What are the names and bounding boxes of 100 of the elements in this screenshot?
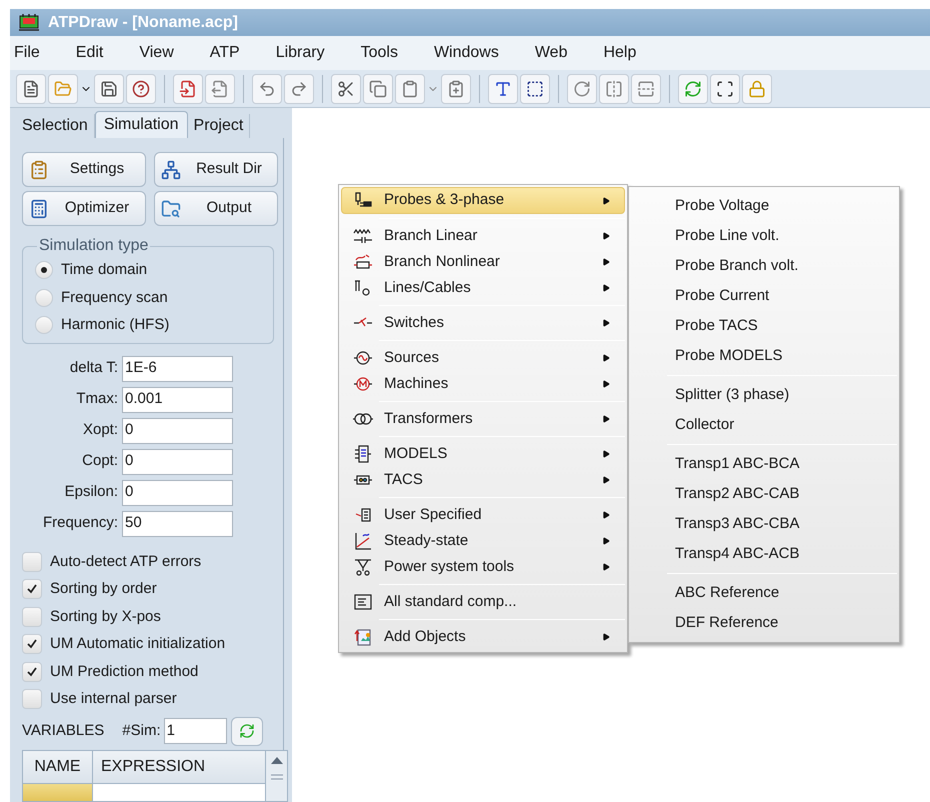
menu-item[interactable]: Web xyxy=(534,41,568,65)
paste-icon[interactable] xyxy=(395,74,425,104)
flip-vertical-icon[interactable] xyxy=(631,74,661,104)
checkbox-label: UM Automatic initialization xyxy=(50,634,226,654)
save-icon[interactable] xyxy=(94,74,124,104)
menu-item[interactable]: Probe Branch volt. xyxy=(675,254,798,278)
menu-item[interactable]: Sources xyxy=(341,345,625,371)
menu-item[interactable]: Edit xyxy=(76,41,104,65)
new-file-icon[interactable] xyxy=(16,74,46,104)
checkbox[interactable] xyxy=(22,579,42,600)
menu-item[interactable]: Probe TACS xyxy=(675,314,758,338)
menu-item[interactable]: ABC Reference xyxy=(675,582,780,604)
menu-item[interactable]: File xyxy=(14,41,40,65)
radio-button[interactable] xyxy=(35,261,53,280)
panel-button[interactable]: Output xyxy=(154,191,278,226)
refresh-button[interactable] xyxy=(230,716,263,746)
panel-button[interactable]: Optimizer xyxy=(22,191,146,226)
section-label: VARIABLES xyxy=(22,720,104,741)
checkbox[interactable] xyxy=(22,552,42,572)
checkbox[interactable] xyxy=(22,606,42,627)
checkbox[interactable] xyxy=(22,634,42,654)
menu-item[interactable]: Add Objects xyxy=(341,624,625,650)
column-header[interactable]: NAME xyxy=(23,750,93,782)
input-field[interactable]: 0 xyxy=(122,418,233,444)
menu-item[interactable]: Lines/Cables xyxy=(341,275,625,301)
menu-item[interactable]: MODELS xyxy=(341,441,625,467)
menu-item[interactable]: Transp4 ABC-ACB xyxy=(675,542,800,566)
checkbox[interactable] xyxy=(22,689,42,710)
scroll-thumb-icon[interactable] xyxy=(270,774,282,780)
panel-button[interactable]: Settings xyxy=(22,152,146,187)
field-label: Xopt: xyxy=(82,420,118,440)
redo-icon[interactable] xyxy=(284,74,314,104)
menu-item[interactable]: Collector xyxy=(675,414,734,436)
submenu-arrow-icon xyxy=(602,196,610,204)
input-field[interactable]: 1 xyxy=(164,718,227,744)
scroll-up-icon[interactable] xyxy=(270,756,282,764)
app-icon xyxy=(18,12,40,32)
menu-item[interactable]: Help xyxy=(603,41,636,65)
scrollbar[interactable] xyxy=(265,750,287,801)
menu-item[interactable]: Switches xyxy=(341,310,625,336)
submenu-arrow-icon xyxy=(602,232,610,240)
rotate-icon[interactable] xyxy=(567,74,597,104)
radio-button[interactable] xyxy=(35,316,53,334)
radio-label: Time domain xyxy=(61,260,148,280)
cut-icon[interactable] xyxy=(331,74,361,104)
menu-item[interactable]: Splitter (3 phase) xyxy=(675,384,790,406)
input-field[interactable]: 0 xyxy=(122,448,233,474)
radio-button[interactable] xyxy=(35,288,53,307)
help-icon[interactable] xyxy=(126,74,156,104)
tab[interactable]: Project xyxy=(188,114,250,138)
menu-item[interactable]: Power system tools xyxy=(341,554,625,580)
menu-item[interactable]: Probe Current xyxy=(675,284,770,308)
text-icon[interactable] xyxy=(488,74,518,104)
graph-icon xyxy=(353,531,373,551)
submenu-arrow-icon xyxy=(602,537,610,545)
menu-item[interactable]: TACS xyxy=(341,467,625,493)
menu-item[interactable]: ATP xyxy=(210,41,240,65)
input-field[interactable]: 1E-6 xyxy=(122,356,233,382)
copy-icon[interactable] xyxy=(363,74,393,104)
menu-item[interactable]: DEF Reference xyxy=(675,612,778,634)
select-icon[interactable] xyxy=(520,74,550,104)
menu-item[interactable]: Windows xyxy=(434,41,499,65)
checkbox-label: UM Prediction method xyxy=(50,662,198,682)
menu-item[interactable]: Probe Line volt. xyxy=(675,224,780,248)
menu-item[interactable]: Branch Nonlinear xyxy=(341,249,625,275)
submenu-arrow-icon xyxy=(602,354,610,362)
export-icon[interactable] xyxy=(205,74,235,104)
input-field[interactable]: 50 xyxy=(122,510,233,536)
menu-item[interactable]: View xyxy=(139,41,174,65)
menu-item[interactable]: Machines xyxy=(341,371,625,397)
panel-button[interactable]: Result Dir xyxy=(154,152,278,187)
tab[interactable]: Simulation xyxy=(94,111,188,138)
field-label: Frequency: xyxy=(42,513,118,534)
menu-item[interactable]: Branch Linear xyxy=(341,223,625,249)
input-field[interactable]: 0 xyxy=(122,480,233,506)
submenu-arrow-icon xyxy=(602,633,610,641)
menu-item[interactable]: All standard comp... xyxy=(341,589,625,615)
menu-item[interactable]: Transformers xyxy=(341,406,625,432)
select-all-icon[interactable] xyxy=(710,74,740,104)
column-header[interactable]: EXPRESSION xyxy=(93,750,265,782)
undo-icon[interactable] xyxy=(252,74,282,104)
menu-item[interactable]: Transp2 ABC-CAB xyxy=(675,482,800,506)
table-cell[interactable] xyxy=(93,784,265,801)
folder-icon xyxy=(161,198,181,218)
flip-horizontal-icon[interactable] xyxy=(599,74,629,104)
checkbox[interactable] xyxy=(22,662,42,682)
input-field[interactable]: 0.001 xyxy=(122,386,233,412)
menu-item[interactable]: Probe Voltage xyxy=(675,194,770,218)
menu-item[interactable]: Steady-state xyxy=(341,528,625,554)
menu-item[interactable]: Probe MODELS xyxy=(675,344,783,368)
menu-item[interactable]: Library xyxy=(276,41,325,65)
menu-item[interactable]: Transp1 ABC-BCA xyxy=(675,452,800,476)
menu-item[interactable]: Probes & 3-phase xyxy=(341,187,625,214)
menu-item[interactable]: Tools xyxy=(360,41,398,65)
paste-special-icon[interactable] xyxy=(441,74,471,104)
submenu-arrow-icon xyxy=(602,476,610,484)
table-cell[interactable] xyxy=(23,784,93,801)
menu-item[interactable]: Transp3 ABC-CBA xyxy=(675,512,800,536)
import-icon[interactable] xyxy=(173,74,203,104)
menu-item[interactable]: User Specified xyxy=(341,502,625,528)
